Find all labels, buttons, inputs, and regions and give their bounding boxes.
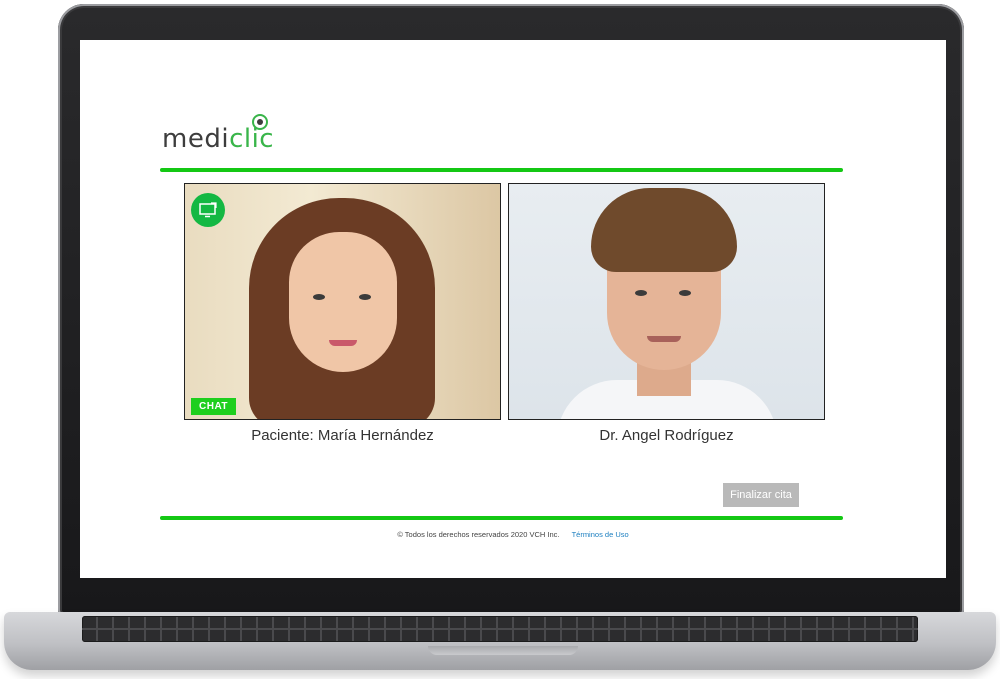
mouth (329, 340, 357, 346)
screen-share-icon (199, 202, 217, 218)
header-divider (160, 168, 843, 172)
patient-face (289, 232, 397, 372)
doctor-video[interactable] (508, 183, 825, 420)
patient-name-label: Paciente: María Hernández (251, 427, 434, 444)
screen-share-button[interactable] (191, 193, 225, 227)
footer-divider (160, 516, 843, 520)
copyright-text: © Todos los derechos reservados 2020 VCH… (397, 530, 560, 539)
app-screen: mediclic CHAT Paciente: María Hernández … (80, 40, 946, 578)
chat-button[interactable]: CHAT (191, 398, 237, 415)
logo-eye-icon (252, 114, 268, 130)
mouth (647, 336, 681, 342)
lid-notch (428, 646, 578, 655)
footer: © Todos los derechos reservados 2020 VCH… (80, 530, 946, 539)
end-appointment-button[interactable]: Finalizar cita (723, 483, 799, 507)
doctor-hair (591, 188, 737, 272)
eye (635, 290, 647, 296)
eye (679, 290, 691, 296)
doctor-name-label: Dr. Angel Rodríguez (599, 427, 734, 444)
eye (313, 294, 325, 300)
terms-of-use-link[interactable]: Términos de Uso (572, 530, 629, 539)
eye (359, 294, 371, 300)
logo-text-main: medi (162, 124, 230, 154)
laptop-base (4, 612, 996, 670)
logo-text-accent: clic (229, 124, 275, 154)
keyboard (82, 616, 918, 642)
patient-video[interactable]: CHAT (184, 183, 501, 420)
